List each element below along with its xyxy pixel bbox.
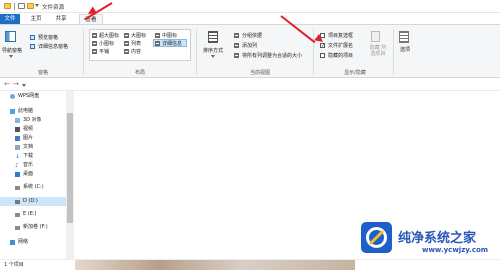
extra-large-icons-icon [92,33,97,38]
group-separator [196,29,197,75]
forward-arrow-icon[interactable]: → [13,81,19,88]
group-label-show-hide: 显示/隐藏 [344,70,366,76]
hide-selected-icon [371,31,380,42]
document-icon [15,145,20,150]
hide-selected-button[interactable]: 隐藏 所选项目 [368,45,388,57]
group-by-icon [234,33,239,38]
nav-item-drive-f[interactable]: 新加卷 (F:) [0,223,66,232]
layout-small[interactable]: 小图标 [99,40,114,47]
desktop-icon [15,172,20,177]
layout-content[interactable]: 内容 [131,48,141,55]
item-count: 1 个项目 [4,262,24,268]
preview-pane-button[interactable]: 预览窗格 [38,34,58,41]
nav-item-desktop[interactable]: 桌面 [0,170,66,179]
chevron-down-icon[interactable] [35,4,39,7]
details-pane-button[interactable]: 详细信息窗格 [38,43,68,50]
details-pane-icon [30,44,35,49]
nav-item-network[interactable]: 网络 [0,238,66,247]
nav-item-this-pc[interactable]: 此电脑 [0,107,66,116]
group-separator [393,29,394,75]
layout-medium[interactable]: 中图标 [162,32,177,39]
nav-item-videos[interactable]: 视频 [0,125,66,134]
watermark-title: 纯净系统之家 [398,231,477,246]
nav-item-wps[interactable]: WPS网盘 [0,92,66,101]
group-label-layout: 布局 [134,70,145,76]
watermark: 纯净系统之家 www.ycwjzy.com [360,221,500,261]
tiles-icon [92,49,97,54]
add-column-icon [234,43,239,48]
nav-item-drive-d[interactable]: D (D:) [0,197,66,206]
download-icon: ↓ [15,153,21,160]
nav-item-pictures[interactable]: 图片 [0,134,66,143]
thumbnail-strip [75,260,355,270]
layout-list[interactable]: 列表 [131,40,141,47]
preview-pane-icon [30,35,35,40]
details-icon [155,41,160,46]
nav-item-drive-c[interactable]: 系统 (C:) [0,183,66,192]
drive-icon [15,226,20,230]
nav-item-downloads[interactable]: ↓ 下载 [0,152,66,161]
window-title: 文件资源 [42,5,65,11]
address-bar: ← → [0,78,500,91]
sort-icon[interactable] [208,31,218,43]
music-icon: ♪ [15,162,19,169]
small-icons-icon [92,41,97,46]
back-arrow-icon[interactable]: ← [4,81,10,88]
sort-by-button[interactable]: 排序方式 [203,47,223,54]
group-by-button[interactable]: 分组依据 [242,32,262,39]
nav-item-drive-e[interactable]: E (E:) [0,210,66,219]
group-separator [313,29,314,75]
nav-item-3d-objects[interactable]: 3D 对象 [0,116,66,125]
video-icon [15,127,20,132]
network-icon [10,240,15,245]
navigation-pane: WPS网盘 此电脑 3D 对象 视频 图片 文档 ↓ 下载 ♪ 音乐 桌面 系统… [0,91,66,259]
title-bar: 文件资源 [0,0,500,13]
nav-item-documents[interactable]: 文档 [0,143,66,152]
drive-icon [15,213,20,217]
picture-icon [15,136,20,141]
item-checkboxes-label: 项目复选框 [328,33,354,39]
nav-pane-scrollbar[interactable] [66,91,74,259]
options-button[interactable]: 选项 [400,46,410,53]
layout-extra-large[interactable]: 超大图标 [99,32,119,39]
file-extensions-label: 文件扩展名 [328,43,354,49]
layout-tiles[interactable]: 平铺 [99,48,109,55]
scrollbar-thumb[interactable] [67,113,73,223]
group-separator [83,29,84,75]
folder-icon [4,3,11,9]
group-label-current-view: 当前视图 [249,70,270,76]
computer-icon [10,109,15,114]
medium-icons-icon [155,33,160,38]
nav-pane-button[interactable]: 导航窗格 [2,47,22,54]
chevron-down-icon[interactable] [9,55,13,58]
add-column-button[interactable]: 添加列 [242,42,257,49]
properties-icon[interactable] [18,3,25,9]
layout-large[interactable]: 大图标 [131,32,146,39]
group-label-pane: 窗格 [37,70,48,76]
layout-details[interactable]: 详细信息 [162,40,182,47]
content-icon [124,49,129,54]
navigation-pane-icon[interactable] [5,31,16,42]
drive-icon [15,200,20,204]
options-icon[interactable] [399,31,409,43]
hidden-items-label: 隐藏的项目 [328,53,354,59]
separator [14,3,15,10]
cube-icon [15,118,20,123]
watermark-url: www.ycwjzy.com [422,246,489,254]
large-icons-icon [124,33,129,38]
nav-item-music[interactable]: ♪ 音乐 [0,161,66,170]
ribbon: 导航窗格 预览窗格 详细信息窗格 窗格 超大图标 大图标 中图标 小图标 列表 … [0,24,500,78]
fit-columns-icon [234,53,239,58]
list-icon [124,41,129,46]
recent-locations-chevron-icon[interactable] [22,84,26,87]
drive-icon [15,186,20,190]
chevron-down-icon[interactable] [211,55,215,58]
new-folder-icon[interactable] [27,3,34,9]
hidden-items-checkbox[interactable] [320,53,325,58]
cloud-icon [10,94,15,99]
fit-columns-button[interactable]: 将所有列调整为合适的大小 [242,52,302,59]
watermark-logo-icon [361,222,392,253]
